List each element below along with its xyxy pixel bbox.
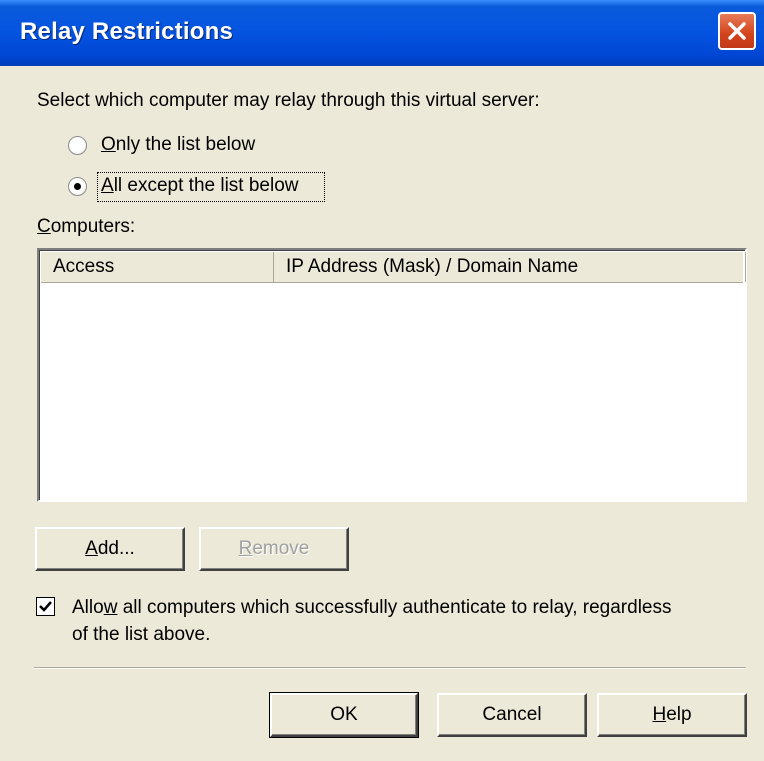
radio-label-all-except[interactable]: All except the list below	[101, 175, 299, 197]
radio-button[interactable]	[68, 136, 87, 155]
close-button[interactable]	[718, 12, 756, 50]
computers-list[interactable]: Access IP Address (Mask) / Domain Name	[37, 248, 747, 502]
radio-button-selected[interactable]	[68, 177, 87, 196]
relay-restrictions-dialog: Relay Restrictions Select which computer…	[0, 0, 764, 761]
add-button[interactable]: Add...	[35, 527, 185, 571]
radio-label-only-list[interactable]: Only the list below	[101, 134, 255, 156]
cancel-button[interactable]: Cancel	[437, 693, 587, 737]
allow-authenticated-label-line2[interactable]: of the list above.	[72, 624, 210, 646]
remove-button[interactable]: Remove	[199, 527, 349, 571]
computers-label: Computers:	[37, 216, 136, 237]
title-bar[interactable]: Relay Restrictions	[0, 0, 764, 66]
separator-line	[34, 667, 746, 669]
allow-authenticated-checkbox[interactable]	[36, 597, 55, 616]
window-title: Relay Restrictions	[20, 18, 234, 45]
column-header-ip-domain[interactable]: IP Address (Mask) / Domain Name	[274, 252, 746, 282]
list-header: Access IP Address (Mask) / Domain Name	[41, 252, 746, 283]
help-button[interactable]: Help	[597, 693, 747, 737]
radio-dot-icon	[74, 183, 81, 190]
ok-button[interactable]: OK	[269, 692, 419, 738]
close-icon	[728, 22, 746, 40]
relay-prompt: Select which computer may relay through …	[37, 90, 540, 111]
checkmark-icon	[39, 601, 52, 612]
allow-authenticated-label-line1[interactable]: Allow all computers which successfully a…	[72, 597, 672, 619]
column-header-access[interactable]: Access	[41, 252, 274, 282]
